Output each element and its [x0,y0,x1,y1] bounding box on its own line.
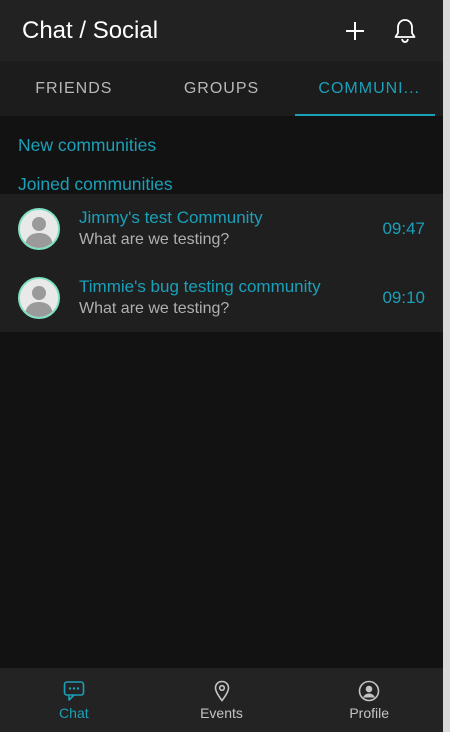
timestamp: 09:10 [382,287,425,307]
list-item-text: Timmie's bug testing community What are … [79,277,372,319]
community-list: Jimmy's test Community What are we testi… [0,194,443,332]
location-pin-icon [211,680,233,702]
nav-label: Chat [59,704,89,721]
joined-communities-header: Joined communities [18,174,173,194]
tab-groups[interactable]: GROUPS [148,61,296,116]
timestamp: 09:47 [382,218,425,238]
user-placeholder-icon [20,209,58,248]
new-communities-link[interactable]: New communities [0,135,443,155]
avatar [18,276,60,319]
community-name: Jimmy's test Community [79,207,263,227]
scrollbar[interactable] [443,0,450,732]
list-item[interactable]: Jimmy's test Community What are we testi… [0,194,443,263]
list-item-text: Jimmy's test Community What are we testi… [79,208,372,250]
nav-chat[interactable]: Chat [0,668,148,732]
nav-profile[interactable]: Profile [295,668,443,732]
page-title: Chat / Social [22,16,159,44]
notifications-button[interactable] [389,15,421,47]
community-description: What are we testing? [79,230,230,248]
tab-bar: FRIENDS GROUPS COMMUNI... [0,61,443,116]
nav-label: Profile [349,704,390,721]
bottom-navigation: Chat Events Profile [0,668,443,732]
nav-label: Events [200,704,243,721]
user-placeholder-icon [20,278,58,317]
add-button[interactable] [339,15,371,47]
community-description: What are we testing? [79,299,230,317]
tab-label: COMMUNI... [318,79,420,97]
list-item[interactable]: Timmie's bug testing community What are … [0,263,443,332]
tab-communities[interactable]: COMMUNI... [295,61,443,116]
app-header: Chat / Social [0,0,443,61]
tab-label: FRIENDS [35,79,113,97]
avatar [18,207,60,250]
community-name: Timmie's bug testing community [79,276,321,296]
tab-label: GROUPS [183,79,260,97]
app-root: Chat / Social FRIENDS GROUPS COMMUNI... … [0,0,443,732]
bell-icon [394,18,416,43]
plus-icon [346,21,364,40]
nav-events[interactable]: Events [148,668,296,732]
user-circle-icon [358,680,380,702]
chat-bubble-icon [63,680,85,702]
tab-friends[interactable]: FRIENDS [0,61,148,116]
